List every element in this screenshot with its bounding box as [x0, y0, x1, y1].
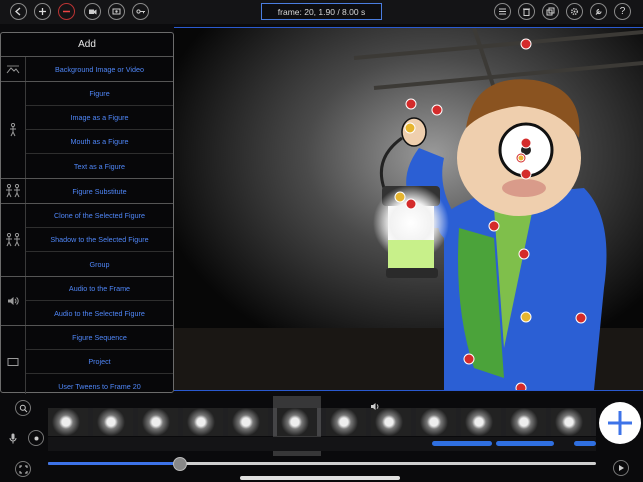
menu-item-image-as-figure[interactable]: Image as a Figure — [26, 106, 173, 130]
microphone-icon[interactable] — [5, 430, 21, 446]
group-audio: Audio to the Frame Audio to the Selected… — [1, 277, 173, 326]
add-button[interactable] — [34, 3, 51, 20]
menu-item-shadow-selected-figure[interactable]: Shadow to the Selected Figure — [26, 228, 173, 252]
menu-item-mouth-as-figure[interactable]: Mouth as a Figure — [26, 130, 173, 154]
group-sequence: Figure Sequence Project User Tweens to F… — [1, 326, 173, 398]
timeline-slider-knob[interactable] — [172, 457, 187, 471]
audio-track-speaker-icon — [370, 398, 380, 416]
menu-item-background-image-or-video[interactable]: Background Image or Video — [26, 57, 173, 81]
key-icon[interactable] — [132, 3, 149, 20]
landscape-icon — [1, 57, 26, 81]
menu-item-project[interactable]: Project — [26, 350, 173, 374]
trash-icon[interactable] — [518, 3, 535, 20]
frame-thumbnail[interactable] — [93, 408, 133, 436]
photo-icon[interactable] — [108, 3, 125, 20]
camera-icon[interactable] — [84, 3, 101, 20]
group-clone: Clone of the Selected Figure Shadow to t… — [1, 204, 173, 277]
frame-readout[interactable]: frame: 20, 1.90 / 8.00 s — [261, 3, 382, 20]
audio-waveform-track[interactable] — [48, 437, 596, 451]
group-figure: Figure Image as a Figure Mouth as a Figu… — [1, 82, 173, 179]
record-icon[interactable] — [28, 430, 44, 446]
clone-icon — [1, 204, 26, 276]
audio-waveform — [496, 441, 554, 446]
remove-button[interactable] — [58, 3, 75, 20]
menu-item-figure[interactable]: Figure — [26, 82, 173, 106]
top-toolbar: frame: 20, 1.90 / 8.00 s ? — [0, 0, 643, 24]
duplicate-icon[interactable] — [542, 3, 559, 20]
menu-item-figure-substitute[interactable]: Figure Substitute — [26, 179, 173, 203]
play-icon[interactable] — [613, 460, 629, 476]
wrench-icon[interactable] — [590, 3, 607, 20]
add-panel: Add Background Image or Video Figure Ima… — [0, 32, 174, 398]
list-reorder-icon[interactable] — [494, 3, 511, 20]
timeline-slider-fill — [48, 462, 180, 465]
frame-thumbnail[interactable] — [416, 408, 456, 436]
help-button[interactable]: ? — [614, 3, 631, 20]
stage-canvas[interactable] — [174, 27, 643, 391]
panel-title: Add — [1, 33, 173, 57]
zoom-icon[interactable] — [15, 400, 31, 416]
timeline-slider[interactable] — [48, 462, 596, 465]
frame-thumbnail[interactable] — [326, 408, 366, 436]
menu-item-audio-to-selected-figure[interactable]: Audio to the Selected Figure — [26, 301, 173, 325]
frame-thumbnail[interactable] — [48, 408, 88, 436]
frame-thumbnail[interactable] — [461, 408, 501, 436]
frame-thumbnail[interactable] — [506, 408, 546, 436]
substitute-icon — [1, 179, 26, 203]
add-frame-button[interactable] — [599, 402, 641, 444]
sequence-icon — [1, 326, 26, 398]
menu-item-group[interactable]: Group — [26, 252, 173, 276]
frame-thumbnail-selected[interactable] — [277, 408, 317, 436]
group-substitute: Figure Substitute — [1, 179, 173, 204]
menu-item-audio-to-frame[interactable]: Audio to the Frame — [26, 277, 173, 301]
frame-thumbnail[interactable] — [551, 408, 591, 436]
frame-thumbnail[interactable] — [183, 408, 223, 436]
speaker-icon — [1, 277, 26, 325]
scene-illustration — [174, 28, 643, 390]
frame-strip[interactable] — [48, 396, 596, 456]
gear-icon[interactable] — [566, 3, 583, 20]
menu-back-icon[interactable] — [10, 3, 27, 20]
menu-item-text-as-figure[interactable]: Text as a Figure — [26, 154, 173, 178]
menu-item-figure-sequence[interactable]: Figure Sequence — [26, 326, 173, 350]
audio-waveform — [574, 441, 596, 446]
frame-thumbnail[interactable] — [138, 408, 178, 436]
figure-icon — [1, 82, 26, 178]
group-background: Background Image or Video — [1, 57, 173, 82]
plus-icon — [608, 411, 632, 435]
fullscreen-icon[interactable] — [15, 461, 31, 477]
frame-thumbnail[interactable] — [228, 408, 268, 436]
home-indicator — [240, 476, 400, 480]
audio-waveform — [432, 441, 492, 446]
menu-item-clone-selected-figure[interactable]: Clone of the Selected Figure — [26, 204, 173, 228]
